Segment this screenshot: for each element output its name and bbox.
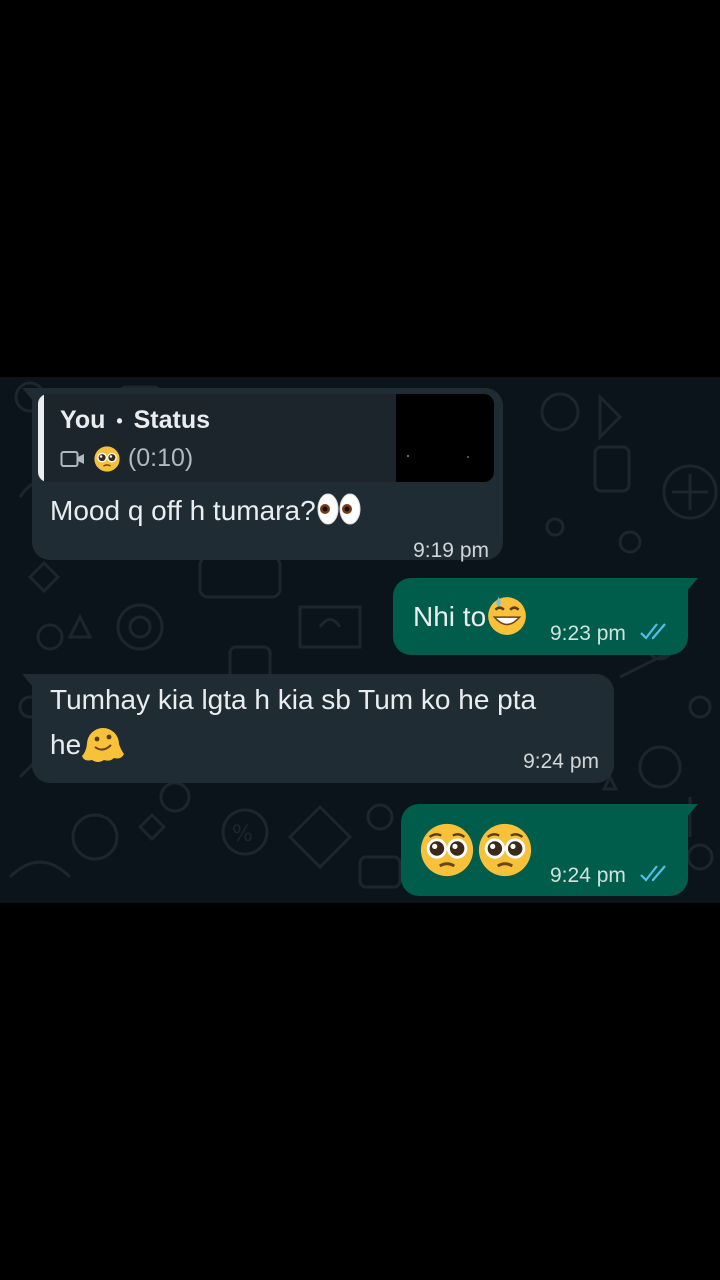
quoted-status[interactable]: You • Status (0:10) — [38, 394, 494, 482]
message-timestamp: 9:23 pm — [550, 622, 626, 645]
chat-area[interactable]: % You • Status (0:10) Mood q off h tumar… — [0, 377, 720, 903]
grinning-face-with-sweat-icon — [488, 597, 527, 635]
message-text-line: Tumhay kia lgta h kia sb Tum ko he pta — [50, 684, 537, 715]
svg-text:%: % — [232, 822, 253, 847]
message-bubble-outgoing[interactable]: 9:24 pm — [401, 804, 698, 896]
quote-header: You • Status — [60, 406, 210, 435]
thumbnail-dots — [407, 455, 469, 458]
video-camera-icon — [60, 451, 84, 468]
quote-duration: (0:10) — [127, 444, 194, 472]
quote-source: Status — [133, 406, 210, 434]
message-text-row: Nhi to — [413, 594, 528, 638]
double-check-read-icon — [640, 865, 666, 882]
bubble-tail — [22, 674, 34, 688]
eyes-icon — [317, 493, 361, 525]
message-text: Nhi to — [413, 601, 487, 632]
message-text-line: he — [50, 729, 82, 760]
double-check-read-icon — [640, 623, 666, 640]
message-text: Mood q off h tumara? — [50, 495, 316, 526]
pleading-face-icon — [420, 823, 474, 877]
quote-accent-bar — [38, 394, 44, 482]
bubble-tail — [686, 804, 698, 818]
message-bubble-incoming[interactable]: You • Status (0:10) Mood q off h tumara?… — [22, 388, 503, 562]
message-bubble-incoming[interactable]: Tumhay kia lgta h kia sb Tum ko he pta h… — [22, 674, 614, 783]
pleading-face-icon — [478, 823, 532, 877]
quote-separator: • — [116, 410, 123, 431]
message-bubble-outgoing[interactable]: Nhi to 9:23 pm — [393, 578, 698, 655]
bubble-tail — [22, 388, 34, 402]
bubble-tail — [686, 578, 698, 592]
message-timestamp: 9:19 pm — [413, 539, 489, 562]
message-text-row: Mood q off h tumara? — [50, 490, 362, 532]
message-timestamp: 9:24 pm — [550, 864, 626, 887]
status-thumbnail[interactable] — [396, 394, 494, 482]
pleading-face-icon — [94, 446, 120, 472]
message-text-row: he — [50, 722, 125, 766]
message-timestamp: 9:24 pm — [523, 750, 599, 773]
quote-subtitle: (0:10) — [60, 444, 193, 473]
melting-face-icon — [82, 728, 125, 762]
quote-author: You — [60, 406, 106, 434]
